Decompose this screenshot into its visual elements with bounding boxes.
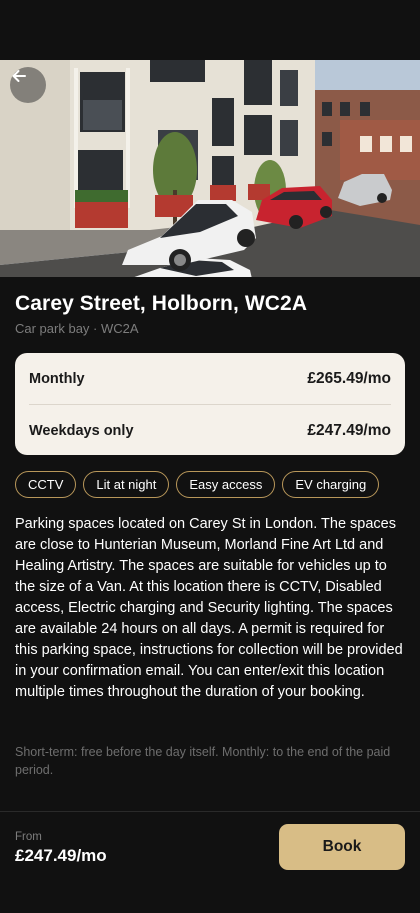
feature-chip-ev-charging: EV charging: [282, 471, 380, 498]
booking-bar: From £247.49/mo Book: [0, 811, 420, 913]
price-card: Monthly £265.49/mo Weekdays only £247.49…: [15, 353, 405, 455]
book-button[interactable]: Book: [279, 824, 405, 870]
price-option-amount: £265.49/mo: [307, 369, 391, 387]
price-option-weekdays[interactable]: Weekdays only £247.49/mo: [29, 405, 391, 456]
feature-chip-cctv: CCTV: [15, 471, 77, 498]
back-button[interactable]: [10, 67, 46, 103]
price-option-amount: £247.49/mo: [307, 421, 391, 439]
from-label: From: [15, 831, 42, 843]
feature-chip-easy-access: Easy access: [176, 471, 276, 498]
listing-title: Carey Street, Holborn, WC2A: [15, 292, 308, 315]
price-option-label: Weekdays only: [29, 422, 134, 439]
feature-chips: CCTV Lit at night Easy access EV chargin…: [15, 471, 380, 498]
hero-photo: [0, 60, 420, 277]
feature-chip-lit-at-night: Lit at night: [83, 471, 170, 498]
arrow-left-icon: [12, 70, 26, 82]
price-option-label: Monthly: [29, 370, 85, 387]
cancellation-policy: Short-term: free before the day itself. …: [15, 745, 391, 777]
street-photo-illustration: [0, 60, 420, 277]
listing-description: Parking spaces located on Carey St in Lo…: [15, 516, 403, 700]
status-bar: [0, 0, 420, 60]
from-price: £247.49/mo: [15, 846, 107, 865]
listing-subtitle: Car park bay · WC2A: [15, 321, 139, 336]
price-option-monthly[interactable]: Monthly £265.49/mo: [29, 353, 391, 404]
